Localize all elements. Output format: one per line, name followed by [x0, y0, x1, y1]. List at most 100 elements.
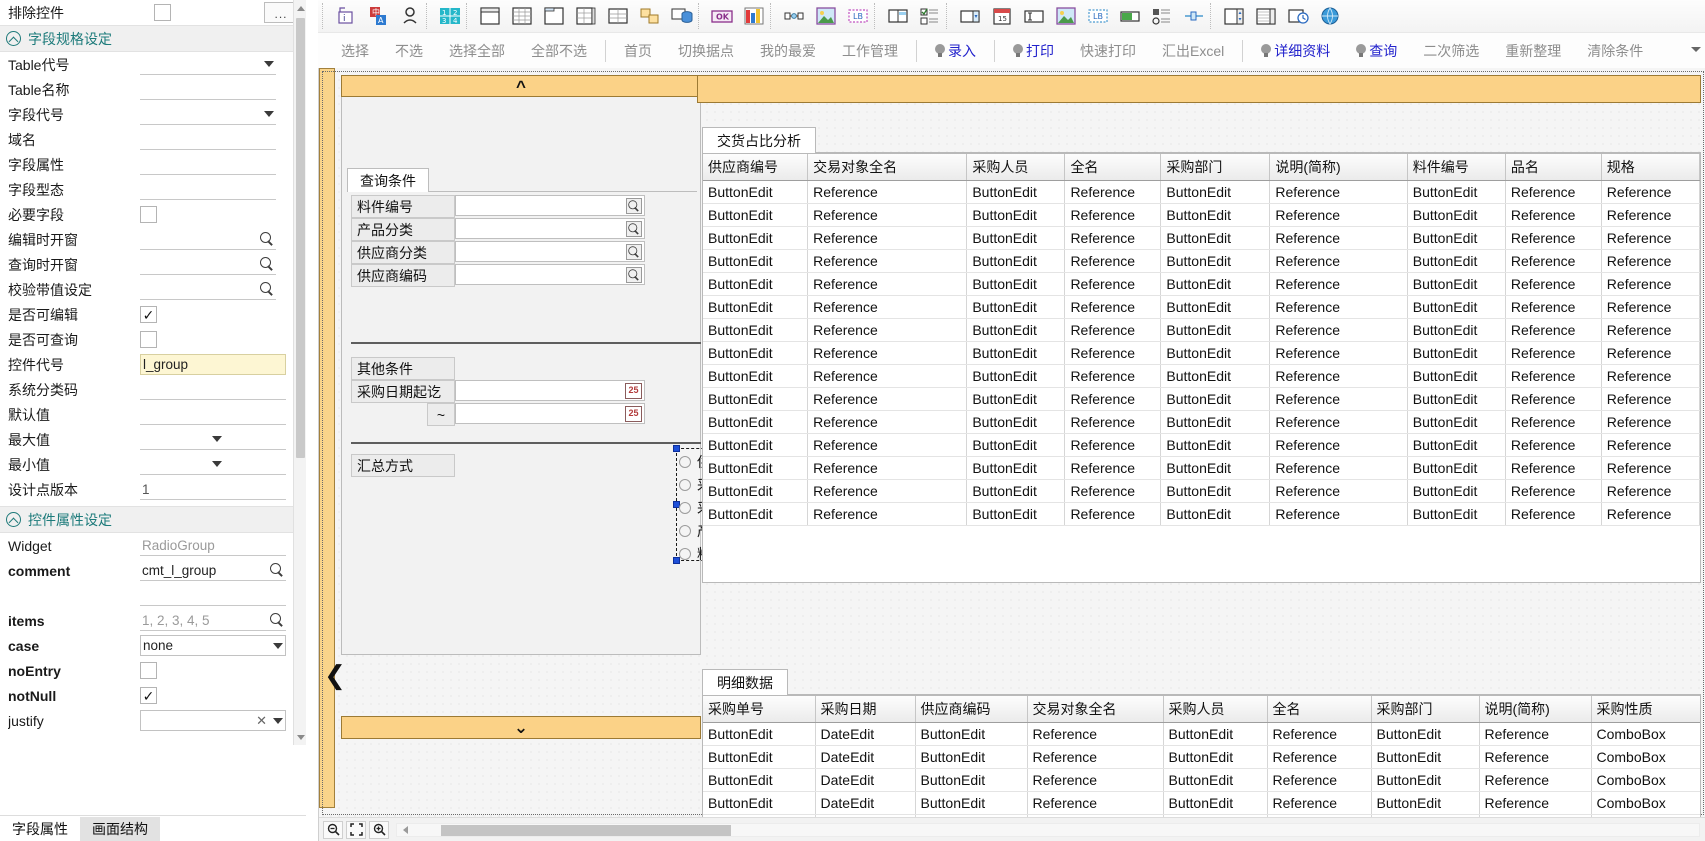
table-cell[interactable]: ButtonEdit	[703, 226, 809, 250]
user-search-icon[interactable]	[394, 2, 425, 31]
input-field-attr[interactable]	[140, 154, 276, 175]
resize-handle-nw[interactable]	[673, 445, 680, 452]
cmd-select-all[interactable]: 选择全部	[436, 36, 518, 66]
table-cell[interactable]: Reference	[1505, 479, 1602, 503]
cmd-deselect-all[interactable]: 全部不选	[518, 36, 600, 66]
table-cell[interactable]: Reference	[1269, 456, 1408, 480]
table-cell[interactable]: Reference	[1505, 318, 1602, 342]
table-cell[interactable]: ButtonEdit	[966, 249, 1066, 273]
table-cell[interactable]: ButtonEdit	[1407, 226, 1506, 250]
cmd-home[interactable]: 首页	[611, 36, 665, 66]
table-cell[interactable]: Reference	[1479, 768, 1592, 792]
align-nodes-icon[interactable]	[778, 2, 809, 31]
table-row[interactable]: ButtonEdit Reference ButtonEdit Reference Bu…	[703, 410, 1700, 434]
tab-delivery-ratio-analysis[interactable]: 交货占比分析	[702, 127, 816, 153]
relation-icon[interactable]	[634, 2, 665, 31]
table-cell[interactable]: Reference	[1064, 180, 1162, 204]
table-cell[interactable]: ButtonEdit	[703, 502, 809, 526]
table-cell[interactable]: Reference	[1267, 745, 1372, 769]
column-header[interactable]: 料件编号	[1407, 154, 1506, 181]
cmd-query[interactable]: 查询	[1343, 36, 1410, 66]
chevron-down-icon[interactable]	[273, 642, 283, 649]
table-cell[interactable]: Reference	[1601, 249, 1700, 273]
table-cell[interactable]: Reference	[1505, 203, 1602, 227]
table-cell[interactable]: Reference	[1269, 180, 1408, 204]
table-cell[interactable]: ButtonEdit	[703, 341, 809, 365]
input-max-value-text[interactable]	[226, 429, 286, 450]
table-cell[interactable]: ComboBox	[1591, 791, 1700, 815]
table-cell[interactable]: ButtonEdit	[703, 387, 809, 411]
color-chart-icon[interactable]	[738, 2, 769, 31]
table-cell[interactable]: Reference	[1269, 249, 1408, 273]
time-edit-icon[interactable]	[1282, 2, 1313, 31]
table-cell[interactable]: Reference	[1269, 226, 1408, 250]
table-cell[interactable]: ButtonEdit	[703, 180, 809, 204]
scroll-down-arrow-icon[interactable]	[296, 731, 305, 743]
input-table-code[interactable]	[140, 54, 276, 75]
table-cell[interactable]: Reference	[1505, 410, 1602, 434]
checkbox-noentry[interactable]	[140, 662, 157, 679]
fit-screen-icon[interactable]	[346, 820, 366, 839]
table-cell[interactable]: Reference	[1601, 410, 1700, 434]
section-header-field-spec[interactable]: 字段规格设定	[0, 25, 306, 52]
input-validate-value[interactable]	[140, 279, 276, 300]
table-cell[interactable]: Reference	[1064, 249, 1162, 273]
table-cell[interactable]: Reference	[1505, 502, 1602, 526]
table-cell[interactable]: Reference	[1269, 479, 1408, 503]
checkbox-notnull[interactable]: ✓	[140, 687, 157, 704]
chevron-down-icon[interactable]	[273, 717, 283, 724]
table-cell[interactable]: ButtonEdit	[966, 479, 1066, 503]
globe-icon[interactable]	[1314, 2, 1345, 31]
radio-list-icon[interactable]	[1146, 2, 1177, 31]
table-cell[interactable]: ButtonEdit	[703, 791, 816, 815]
table-cell[interactable]: Reference	[807, 341, 968, 365]
table-cell[interactable]: ButtonEdit	[703, 295, 809, 319]
table-cell[interactable]: ButtonEdit	[1163, 745, 1268, 769]
table-cell[interactable]: Reference	[807, 479, 968, 503]
table-row[interactable]: ButtonEdit Reference ButtonEdit Reference Bu…	[703, 318, 1700, 342]
table-cell[interactable]: ComboBox	[1591, 768, 1700, 792]
table-row[interactable]: ButtonEdit Reference ButtonEdit Reference Bu…	[703, 226, 1700, 250]
zoom-out-icon[interactable]	[323, 820, 343, 839]
table-row[interactable]: ButtonEditDateEditButtonEditReferenceBut…	[703, 791, 1700, 815]
table-cell[interactable]: ButtonEdit	[703, 410, 809, 434]
toolbar-overflow-button[interactable]	[1689, 38, 1703, 60]
table-cell[interactable]: ButtonEdit	[703, 249, 809, 273]
table-cell[interactable]: DateEdit	[815, 745, 916, 769]
chevron-down-icon[interactable]	[264, 111, 274, 117]
table-cell[interactable]: Reference	[1269, 387, 1408, 411]
table-cell[interactable]: Reference	[1064, 364, 1162, 388]
input-query-popup[interactable]	[140, 254, 276, 275]
table-cell[interactable]: ButtonEdit	[703, 318, 809, 342]
text-input-icon[interactable]	[1018, 2, 1049, 31]
table-row[interactable]: ButtonEdit Reference ButtonEdit Reference Bu…	[703, 456, 1700, 480]
table-cell[interactable]: Reference	[1027, 722, 1164, 746]
table-cell[interactable]: ButtonEdit	[1163, 722, 1268, 746]
search-icon[interactable]	[270, 563, 284, 577]
table-cell[interactable]: ButtonEdit	[1160, 433, 1271, 457]
table-cell[interactable]: ButtonEdit	[1163, 768, 1268, 792]
table-cell[interactable]: Reference	[1064, 318, 1162, 342]
input-blank[interactable]	[140, 585, 286, 606]
column-header[interactable]: 供应商编码	[915, 696, 1028, 723]
table-cell[interactable]: Reference	[1479, 745, 1592, 769]
input-supplier-code[interactable]	[455, 264, 645, 285]
table-cell[interactable]: ButtonEdit	[966, 295, 1066, 319]
table-cell[interactable]: ButtonEdit	[1407, 180, 1506, 204]
table-cell[interactable]: Reference	[1064, 502, 1162, 526]
table-cell[interactable]: Reference	[1601, 341, 1700, 365]
calendar-icon[interactable]: 25	[625, 405, 642, 422]
table-row[interactable]: ButtonEdit Reference ButtonEdit Reference Bu…	[703, 479, 1700, 503]
column-header[interactable]: 采购单号	[703, 696, 816, 723]
ok-button-icon[interactable]: OK	[706, 2, 737, 31]
table-cell[interactable]: ButtonEdit	[966, 410, 1066, 434]
table-cell[interactable]: Reference	[1267, 768, 1372, 792]
query-form-expand-footer[interactable]: ⌄	[341, 716, 701, 739]
input-max-value-combo[interactable]	[140, 429, 226, 450]
search-icon[interactable]	[260, 232, 274, 246]
table-cell[interactable]: ButtonEdit	[1160, 295, 1271, 319]
table-cell[interactable]: ButtonEdit	[1160, 203, 1271, 227]
table-row[interactable]: ButtonEdit Reference ButtonEdit Reference Bu…	[703, 364, 1700, 388]
combo-box-icon[interactable]	[954, 2, 985, 31]
cmd-quick-print[interactable]: 快速打印	[1067, 36, 1149, 66]
